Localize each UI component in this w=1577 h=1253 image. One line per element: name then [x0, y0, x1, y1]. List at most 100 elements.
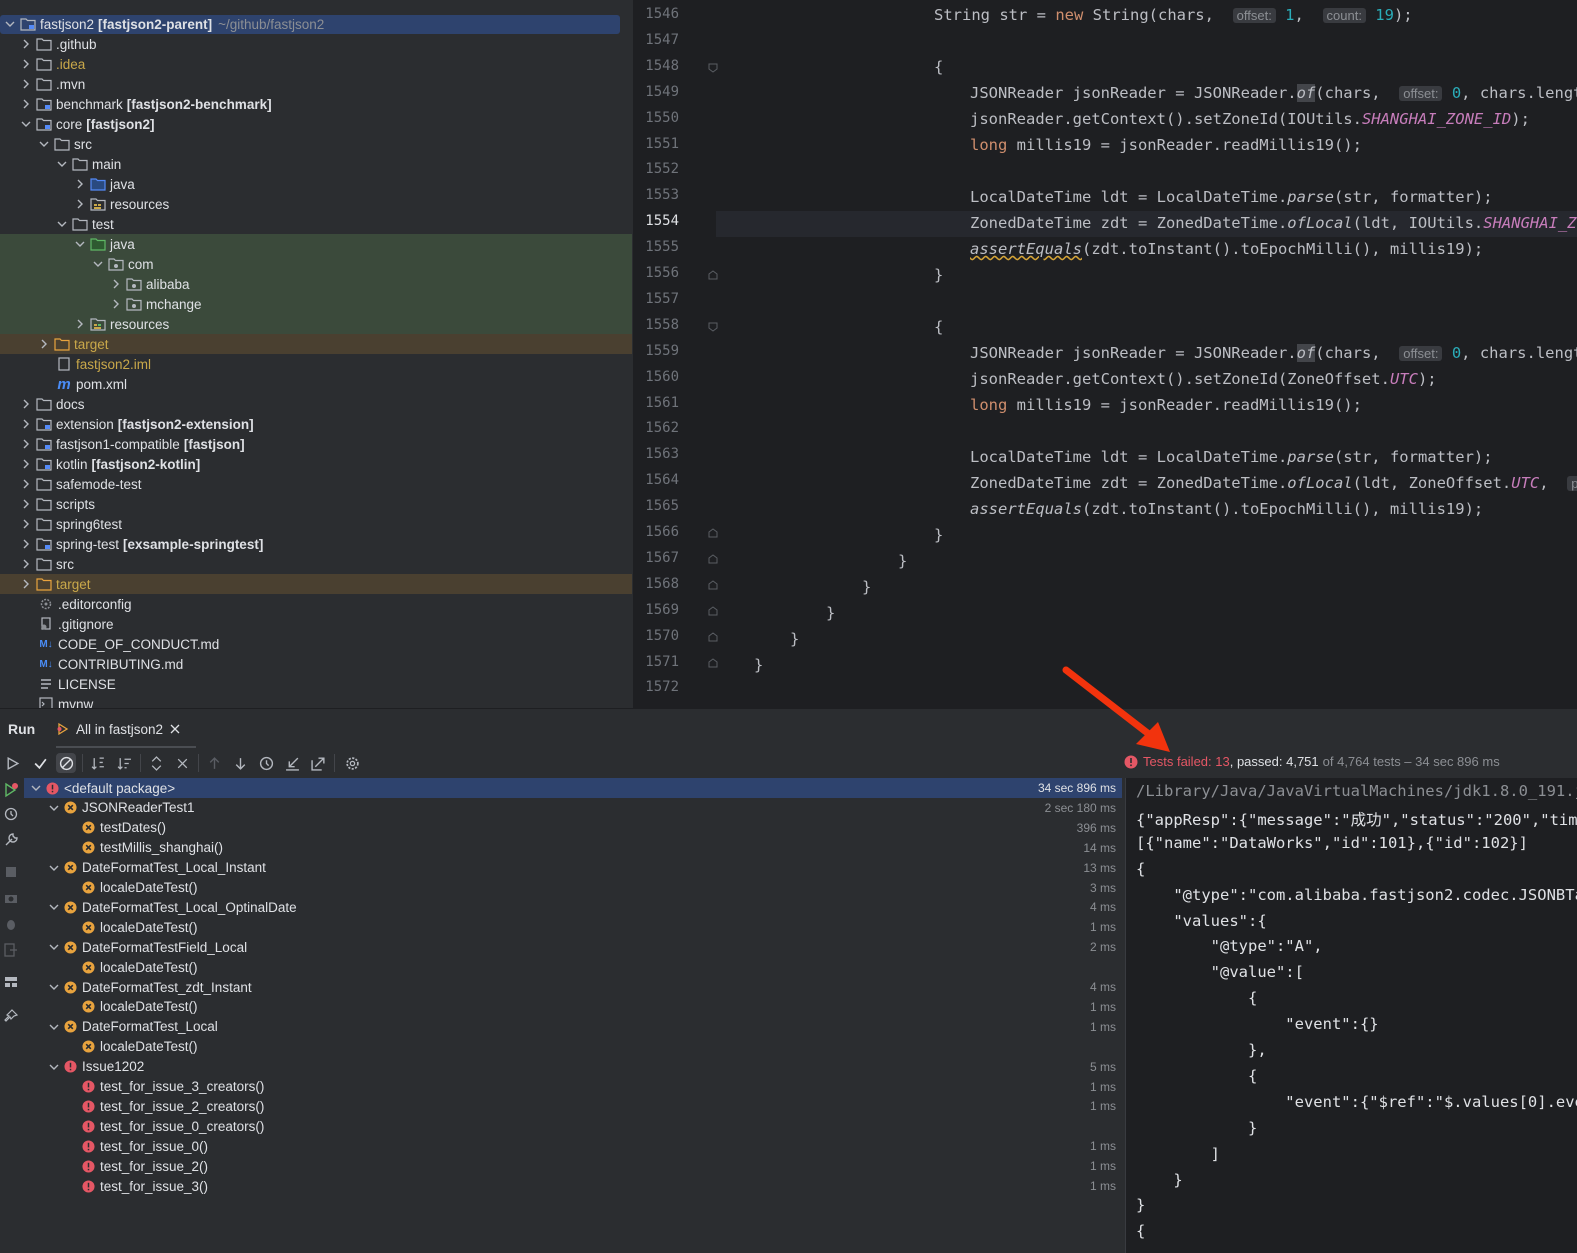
- code-editor[interactable]: 1546 1547 1548 1549 1550 1551 1552 1553 1554 1555…: [633, 0, 1577, 708]
- show-passed-button[interactable]: [30, 753, 50, 773]
- tree-item-fastjson1-compatible[interactable]: fastjson1-compatible [fastjson]: [0, 434, 632, 454]
- settings-button[interactable]: [342, 753, 362, 773]
- test-row[interactable]: localeDateTest() 3 ms: [24, 878, 1122, 898]
- chevron-right-icon[interactable]: [20, 558, 32, 570]
- tree-item-license[interactable]: LICENSE: [0, 674, 632, 694]
- chevron-right-icon[interactable]: [20, 58, 32, 70]
- chevron-right-icon[interactable]: [20, 398, 32, 410]
- chevron-right-icon[interactable]: [20, 418, 32, 430]
- chevron-down-icon[interactable]: [4, 18, 16, 30]
- test-history-button[interactable]: [256, 753, 276, 773]
- collapse-all-button[interactable]: [172, 753, 192, 773]
- tree-item-src[interactable]: src: [0, 134, 632, 154]
- close-icon[interactable]: [169, 723, 181, 735]
- tree-item-alibaba[interactable]: alibaba: [0, 274, 632, 294]
- project-tree[interactable]: fastjson2 [fastjson2-parent] ~/github/fa…: [0, 0, 632, 708]
- test-row[interactable]: test_for_issue_0() 1 ms: [24, 1136, 1122, 1156]
- chevron-down-icon[interactable]: [56, 218, 68, 230]
- test-row[interactable]: localeDateTest() 1 ms: [24, 917, 1122, 937]
- tree-item-root[interactable]: fastjson2 [fastjson2-parent] ~/github/fa…: [0, 14, 632, 34]
- tree-item-code-of-conduct[interactable]: M↓ CODE_OF_CONDUCT.md: [0, 634, 632, 654]
- layout-icon[interactable]: [3, 974, 19, 990]
- test-row[interactable]: test_for_issue_3() 1 ms: [24, 1176, 1122, 1196]
- fold-marker-icon[interactable]: [708, 658, 718, 668]
- exit-icon[interactable]: [3, 942, 19, 958]
- test-row[interactable]: localeDateTest(): [24, 957, 1122, 977]
- test-row[interactable]: localeDateTest(): [24, 1037, 1122, 1057]
- chevron-right-icon[interactable]: [38, 338, 50, 350]
- test-row[interactable]: DateFormatTestField_Local 2 ms: [24, 937, 1122, 957]
- tree-item-contributing[interactable]: M↓ CONTRIBUTING.md: [0, 654, 632, 674]
- tree-item-test-resources[interactable]: resources: [0, 314, 632, 334]
- next-failed-button[interactable]: [230, 753, 250, 773]
- fold-marker-icon[interactable]: [708, 580, 718, 590]
- tree-item-scripts[interactable]: scripts: [0, 494, 632, 514]
- camera-icon[interactable]: [3, 890, 19, 906]
- tree-item-test[interactable]: test: [0, 214, 632, 234]
- test-row[interactable]: DateFormatTest_Local_Instant 13 ms: [24, 858, 1122, 878]
- test-row[interactable]: JSONReaderTest1 2 sec 180 ms: [24, 798, 1122, 818]
- chevron-right-icon[interactable]: [20, 538, 32, 550]
- fold-marker-icon[interactable]: [708, 322, 718, 332]
- chevron-right-icon[interactable]: [20, 518, 32, 530]
- tree-item-mchange[interactable]: mchange: [0, 294, 632, 314]
- tree-item-spring-test[interactable]: spring-test [exsample-springtest]: [0, 534, 632, 554]
- tree-item-spring6test[interactable]: spring6test: [0, 514, 632, 534]
- chevron-right-icon[interactable]: [20, 98, 32, 110]
- chevron-right-icon[interactable]: [20, 578, 32, 590]
- chevron-right-icon[interactable]: [20, 498, 32, 510]
- tree-item-benchmark[interactable]: benchmark [fastjson2-benchmark]: [0, 94, 632, 114]
- test-row[interactable]: DateFormatTest_zdt_Instant 4 ms: [24, 977, 1122, 997]
- tree-item-main-java[interactable]: java: [0, 174, 632, 194]
- tree-item-main[interactable]: main: [0, 154, 632, 174]
- fold-marker-icon[interactable]: [708, 554, 718, 564]
- chevron-down-icon[interactable]: [48, 802, 60, 814]
- tree-item-main-resources[interactable]: resources: [0, 194, 632, 214]
- tree-item-com[interactable]: com: [0, 254, 632, 274]
- test-root-row[interactable]: <default package> 34 sec 896 ms: [24, 778, 1122, 798]
- chevron-down-icon[interactable]: [48, 981, 60, 993]
- tree-item-editorconfig[interactable]: .editorconfig: [0, 594, 632, 614]
- fold-marker-icon[interactable]: [708, 606, 718, 616]
- tree-item-docs[interactable]: docs: [0, 394, 632, 414]
- test-row[interactable]: test_for_issue_2() 1 ms: [24, 1156, 1122, 1176]
- rerun-button[interactable]: [2, 753, 22, 773]
- fold-marker-icon[interactable]: [708, 270, 718, 280]
- chevron-down-icon[interactable]: [48, 1021, 60, 1033]
- tree-item-core-target[interactable]: target: [0, 334, 632, 354]
- tree-item-iml[interactable]: fastjson2.iml: [0, 354, 632, 374]
- chevron-down-icon[interactable]: [48, 1061, 60, 1073]
- chevron-down-icon[interactable]: [38, 138, 50, 150]
- chevron-right-icon[interactable]: [74, 198, 86, 210]
- tab-run-config[interactable]: All in fastjson2: [56, 713, 196, 749]
- test-row[interactable]: testDates() 396 ms: [24, 818, 1122, 838]
- previous-failed-button[interactable]: [204, 753, 224, 773]
- chevron-right-icon[interactable]: [74, 318, 86, 330]
- toggle-auto-test-icon[interactable]: [3, 806, 19, 822]
- test-row[interactable]: DateFormatTest_Local 1 ms: [24, 1017, 1122, 1037]
- show-ignored-button[interactable]: [56, 753, 76, 773]
- sort-alphabetically-button[interactable]: [88, 753, 108, 773]
- chevron-down-icon[interactable]: [92, 258, 104, 270]
- tree-item-github[interactable]: .github: [0, 34, 632, 54]
- test-row[interactable]: localeDateTest() 1 ms: [24, 997, 1122, 1017]
- chevron-down-icon[interactable]: [48, 862, 60, 874]
- chevron-right-icon[interactable]: [110, 298, 122, 310]
- bug-icon[interactable]: [3, 916, 19, 932]
- chevron-down-icon[interactable]: [48, 941, 60, 953]
- chevron-right-icon[interactable]: [110, 278, 122, 290]
- tree-item-mvnw[interactable]: mvnw: [0, 694, 632, 708]
- sort-by-duration-button[interactable]: [114, 753, 134, 773]
- chevron-down-icon[interactable]: [74, 238, 86, 250]
- wrench-icon[interactable]: [3, 832, 19, 848]
- tree-item-mvn[interactable]: .mvn: [0, 74, 632, 94]
- fold-marker-icon[interactable]: [708, 632, 718, 642]
- tree-item-pom[interactable]: m pom.xml: [0, 374, 632, 394]
- test-row[interactable]: test_for_issue_0_creators(): [24, 1116, 1122, 1136]
- tree-item-test-java[interactable]: java: [0, 234, 632, 254]
- chevron-right-icon[interactable]: [20, 438, 32, 450]
- tree-item-kotlin[interactable]: kotlin [fastjson2-kotlin]: [0, 454, 632, 474]
- test-row[interactable]: testMillis_shanghai() 14 ms: [24, 838, 1122, 858]
- export-tests-button[interactable]: [308, 753, 328, 773]
- test-row[interactable]: Issue1202 5 ms: [24, 1057, 1122, 1077]
